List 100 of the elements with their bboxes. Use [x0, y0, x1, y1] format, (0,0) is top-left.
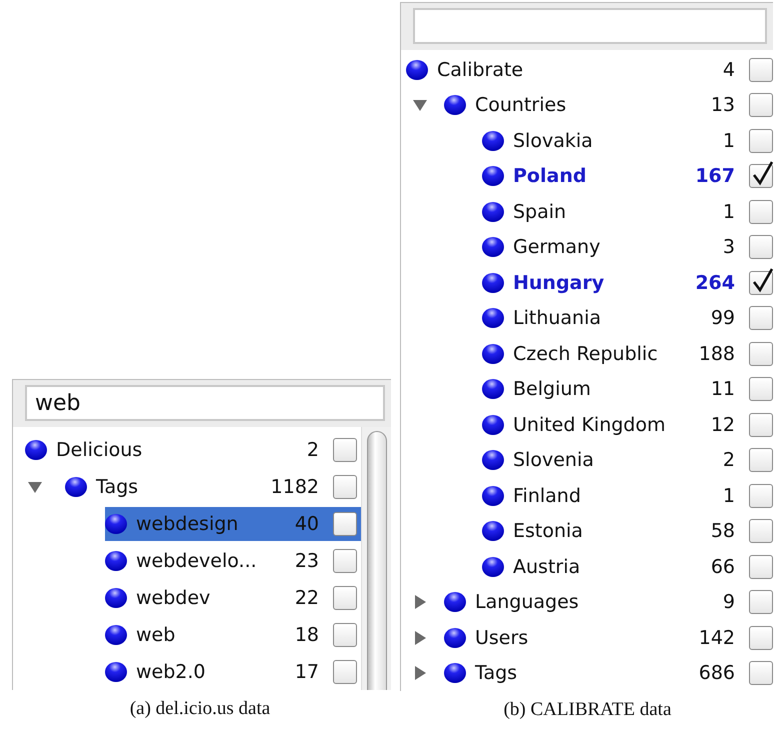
checkbox[interactable] — [749, 484, 773, 508]
collapse-triangle-icon[interactable] — [28, 480, 42, 494]
item-label: Hungary — [513, 272, 606, 294]
checkbox[interactable] — [749, 412, 773, 437]
item-label: Slovenia — [513, 449, 595, 472]
item-label: Languages — [475, 591, 580, 614]
sphere-icon — [482, 344, 504, 364]
item-count: 264 — [695, 272, 735, 294]
checkbox[interactable] — [333, 438, 357, 462]
checkbox[interactable] — [749, 200, 773, 224]
item-label: Tags — [475, 662, 518, 684]
item-count: 167 — [695, 165, 735, 188]
sphere-icon — [482, 379, 504, 400]
item-label: web2.0 — [136, 660, 207, 682]
checkbox[interactable] — [749, 93, 773, 118]
item-label: Estonia — [513, 520, 584, 542]
tree-row[interactable]: Poland 167 — [482, 159, 773, 194]
checkbox[interactable] — [333, 660, 357, 684]
item-count: 686 — [698, 662, 735, 684]
checkbox[interactable] — [749, 554, 773, 579]
sphere-icon — [482, 237, 504, 258]
sphere-icon — [482, 521, 504, 542]
item-count: 18 — [294, 624, 319, 646]
item-count: 1 — [722, 484, 735, 507]
tree-row[interactable]: Users 142 — [444, 620, 773, 655]
sphere-icon — [482, 414, 504, 435]
item-label: Calibrate — [437, 58, 524, 81]
item-count: 9 — [722, 591, 735, 614]
tree-row[interactable]: Tags 1182 — [65, 470, 361, 504]
item-count: 1 — [722, 200, 735, 223]
item-label: Users — [475, 626, 530, 649]
checkbox[interactable] — [749, 164, 773, 188]
tree-row[interactable]: United Kingdom 12 — [482, 408, 773, 442]
item-label: Delicious — [56, 438, 144, 460]
checkbox[interactable] — [749, 661, 773, 686]
checkbox[interactable] — [333, 548, 357, 572]
checkbox[interactable] — [749, 128, 773, 153]
checkbox[interactable] — [749, 306, 773, 330]
checkbox[interactable] — [749, 342, 773, 366]
item-count: 2 — [306, 438, 319, 460]
expand-triangle-icon[interactable] — [413, 595, 427, 610]
sphere-icon — [105, 662, 127, 682]
expand-triangle-icon[interactable] — [413, 630, 427, 645]
checkbox[interactable] — [749, 235, 773, 260]
tree-row[interactable]: Calibrate 4 — [406, 52, 773, 87]
checkbox[interactable] — [749, 519, 773, 544]
checkbox[interactable] — [749, 590, 773, 614]
tree-row[interactable]: Spain 1 — [482, 194, 773, 229]
sphere-icon — [482, 308, 504, 328]
tree-row[interactable]: Countries 13 — [444, 88, 773, 122]
checkbox[interactable] — [749, 448, 773, 472]
tree-row[interactable]: web 18 — [105, 618, 361, 652]
item-label: Austria — [513, 556, 582, 578]
tree-row[interactable]: webdevelo... 23 — [105, 544, 361, 578]
sphere-icon — [65, 476, 87, 496]
checkbox[interactable] — [333, 586, 357, 610]
item-count: 13 — [710, 94, 735, 116]
item-label: United Kingdom — [513, 414, 667, 436]
tree-row[interactable]: Germany 3 — [482, 230, 773, 264]
search-field[interactable] — [413, 8, 767, 44]
checkbox[interactable] — [749, 270, 773, 295]
item-label: Slovakia — [513, 130, 594, 152]
item-label: Lithuania — [513, 307, 602, 330]
tree-row[interactable]: Slovakia 1 — [482, 124, 773, 158]
item-label: Belgium — [513, 378, 592, 400]
tree-row[interactable]: Czech Republic 188 — [482, 336, 773, 371]
tree-row[interactable]: Slovenia 2 — [482, 443, 773, 478]
sphere-icon — [482, 450, 504, 470]
search-field[interactable]: web — [25, 385, 385, 421]
item-label: Countries — [475, 94, 568, 116]
tree-row[interactable]: Tags 686 — [444, 656, 773, 690]
sphere-icon — [105, 550, 127, 570]
sphere-icon — [406, 60, 428, 80]
tree-row[interactable]: webdev 22 — [105, 580, 361, 614]
checkbox[interactable] — [333, 512, 357, 536]
collapse-triangle-icon[interactable] — [413, 98, 427, 112]
scrollbar[interactable] — [361, 427, 391, 690]
tree-row[interactable]: Estonia 58 — [482, 514, 773, 548]
item-count: 11 — [710, 378, 735, 400]
item-count: 142 — [698, 626, 735, 649]
item-count: 1 — [722, 130, 735, 152]
tree-row[interactable]: webdesign 40 — [105, 506, 361, 540]
tree-row[interactable]: Languages 9 — [444, 585, 773, 620]
tree-row[interactable]: web2.0 17 — [105, 654, 361, 688]
checkbox[interactable] — [749, 377, 773, 402]
checkbox[interactable] — [333, 474, 357, 498]
checkbox[interactable] — [749, 626, 773, 650]
item-label: Germany — [513, 236, 602, 258]
tree-row[interactable]: Delicious 2 — [25, 432, 361, 466]
tree-row[interactable]: Lithuania 99 — [482, 301, 773, 336]
tree-row[interactable]: Finland 1 — [482, 478, 773, 513]
expand-triangle-icon[interactable] — [413, 666, 427, 680]
tree-row[interactable]: Belgium 11 — [482, 372, 773, 406]
sphere-icon — [105, 514, 127, 534]
checkbox[interactable] — [333, 622, 357, 646]
tree-row[interactable]: Hungary 264 — [482, 266, 773, 300]
sphere-icon — [482, 486, 504, 506]
tree-row[interactable]: Austria 66 — [482, 550, 773, 584]
checkbox[interactable] — [749, 58, 773, 82]
item-label: Tags — [96, 476, 140, 498]
